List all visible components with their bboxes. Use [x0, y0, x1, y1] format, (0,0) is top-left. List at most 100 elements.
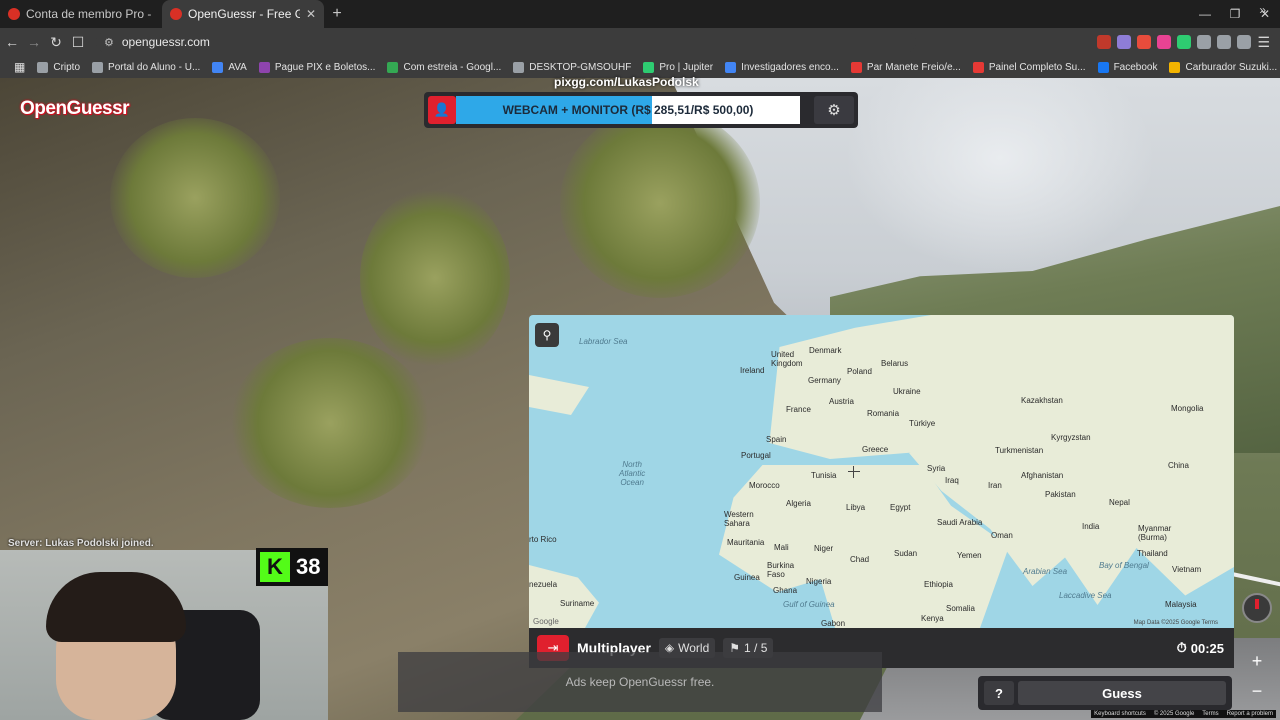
zoom-in-button[interactable]: + [1244, 648, 1270, 674]
browser-menu-icon[interactable]: ☰ [1257, 34, 1270, 51]
user-icon: 👤 [428, 96, 456, 124]
map-country-label: Portugal [741, 451, 771, 460]
map-country-label: Austria [829, 397, 854, 406]
compass-icon[interactable] [1242, 593, 1272, 623]
tab-title: Conta de membro Pro - GeoGuessr [26, 7, 154, 21]
bookmark-item[interactable]: Investigadores enco... [719, 61, 845, 73]
map-country-label: Nigeria [806, 577, 832, 586]
footer-link[interactable]: Keyboard shortcuts [1094, 711, 1146, 717]
forward-icon[interactable]: → [24, 28, 44, 56]
map-country-label: Spain [766, 435, 787, 444]
kick-viewer-badge: K 38 [256, 548, 328, 586]
address-bar[interactable]: ⚙ openguessr.com [96, 31, 916, 53]
extensions-toolbar: ☰ [1097, 28, 1270, 56]
bookmark-favicon-icon [725, 61, 737, 73]
settings-gear-icon[interactable]: ⚙ [814, 96, 854, 124]
timer-text: 00:25 [1190, 640, 1224, 656]
map-country-label: Chad [850, 555, 870, 564]
site-settings-icon[interactable]: ⚙ [104, 36, 114, 49]
map-country-label: rto Rico [529, 535, 557, 544]
map-attribution-text: Map Data ©2025 Google [1133, 620, 1201, 626]
restore-icon[interactable]: ❐ [1220, 0, 1250, 28]
map-country-label: France [786, 405, 811, 414]
round-timer: ⏱ 00:25 [1177, 628, 1224, 668]
footer-link[interactable]: Terms [1202, 711, 1218, 717]
map-settings-icon[interactable]: ⚲ [535, 323, 559, 347]
extension-icon[interactable] [1197, 35, 1212, 49]
map-country-label: Algeria [786, 499, 811, 508]
map-country-label: Tunisia [811, 471, 837, 480]
map-country-label: Greece [862, 445, 889, 454]
bookmark-favicon-icon [212, 61, 224, 73]
bookmark-item[interactable]: Facebook [1092, 61, 1164, 73]
bookmark-item[interactable]: Par Manete Freio/e... [845, 61, 967, 73]
bookmark-label: Portal do Aluno - U... [108, 61, 201, 73]
map-country-label: Ethiopia [924, 580, 953, 589]
extension-icon[interactable] [1177, 35, 1192, 49]
map-country-label: Western Sahara [724, 510, 754, 528]
bookmark-favicon-icon [387, 61, 399, 73]
stopwatch-icon: ⏱ [1176, 640, 1187, 655]
back-icon[interactable]: ← [2, 28, 22, 56]
map-country-label: Turkmenistan [995, 446, 1044, 455]
map-country-label: Poland [847, 367, 872, 376]
reload-icon[interactable]: ↻ [46, 28, 66, 56]
bookmark-item[interactable]: Painel Completo Su... [967, 61, 1092, 73]
extension-icon[interactable] [1097, 35, 1112, 49]
openguessr-logo[interactable]: OpenGuessr [20, 98, 130, 120]
street-view-footer: Keyboard shortcuts © 2025 Google Terms Repo… [1091, 710, 1276, 718]
shrub [360, 188, 510, 368]
bookmark-favicon-icon [1169, 61, 1181, 73]
bookmark-label: Com estreia - Googl... [403, 61, 502, 73]
apps-icon[interactable]: ▦ [8, 60, 31, 74]
new-tab-button[interactable]: + [324, 0, 350, 28]
map-country-label: Oman [991, 531, 1013, 540]
zoom-controls: + − [1244, 648, 1270, 704]
road-marking [1230, 571, 1280, 589]
extension-icon[interactable] [1237, 35, 1252, 49]
map-country-label: Germany [808, 376, 841, 385]
landmass-greenland [529, 375, 589, 415]
bookmark-item[interactable]: AVA [206, 61, 253, 73]
tab-openguessr[interactable]: OpenGuessr - Free GeoGuess... ✕ [162, 0, 324, 28]
map-country-label: Thailand [1137, 549, 1168, 558]
url-text: openguessr.com [121, 35, 210, 49]
bookmark-item[interactable]: DESKTOP-GMSOUHF [507, 61, 637, 73]
map-terms-link[interactable]: Terms [1202, 620, 1218, 626]
close-tab-icon[interactable]: ✕ [306, 7, 316, 21]
bookmark-item[interactable]: Com estreia - Googl... [381, 61, 507, 73]
bookmark-icon[interactable]: ☐ [68, 28, 88, 56]
window-controls: — ❐ ✕ [1190, 0, 1280, 28]
help-button[interactable]: ? [984, 681, 1014, 705]
tab-geoguessr[interactable]: Conta de membro Pro - GeoGuessr [0, 0, 162, 28]
map-country-label: Ireland [740, 366, 765, 375]
map-country-label: Yemen [957, 551, 982, 560]
map-water-label: Gulf of Guinea [783, 600, 835, 609]
extension-icon[interactable] [1117, 35, 1132, 49]
bookmark-item[interactable]: Pague PIX e Boletos... [253, 61, 382, 73]
guess-button[interactable]: Guess [1018, 681, 1226, 705]
extension-icon[interactable] [1217, 35, 1232, 49]
minimize-icon[interactable]: — [1190, 0, 1220, 28]
extension-icon[interactable] [1137, 35, 1152, 49]
guess-map[interactable]: ⚲ Labrador Sea Denmark United Kingdom Belar… [529, 315, 1234, 628]
map-crosshair-cursor [848, 466, 860, 478]
footer-link[interactable]: Report a problem [1227, 711, 1273, 717]
map-country-label: nezuela [529, 580, 558, 589]
bookmark-label: Carburador Suzuki... [1185, 61, 1278, 73]
bookmark-item[interactable]: Portal do Aluno - U... [86, 61, 206, 73]
bookmark-item[interactable]: Cripto [31, 61, 86, 73]
zoom-out-button[interactable]: − [1244, 678, 1270, 704]
bookmark-favicon-icon [643, 61, 655, 73]
ad-banner: Ads keep OpenGuessr free. [398, 652, 882, 712]
extension-icon[interactable] [1157, 35, 1172, 49]
bookmark-item[interactable]: Pro | Jupiter [637, 61, 719, 73]
bookmark-item[interactable]: Carburador Suzuki... [1163, 61, 1280, 73]
map-country-label: Belarus [881, 359, 909, 368]
map-country-label: Niger [814, 544, 834, 553]
more-bookmarks-icon[interactable]: » [1259, 3, 1266, 17]
map-country-label: Egypt [890, 503, 911, 512]
footer-link[interactable]: © 2025 Google [1154, 711, 1194, 717]
map-country-label: Kazakhstan [1021, 396, 1063, 405]
shrub [110, 118, 280, 278]
